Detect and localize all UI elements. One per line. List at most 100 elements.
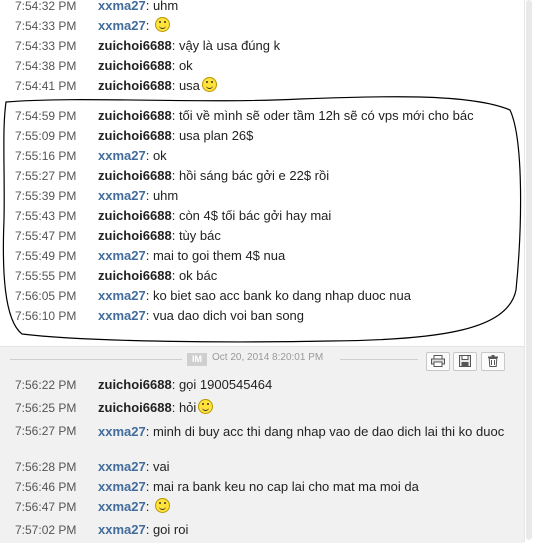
sender-name: zuichoi6688 xyxy=(98,400,172,415)
sender-name: zuichoi6688 xyxy=(98,228,172,243)
im-badge: IM xyxy=(187,353,207,366)
message-body: zuichoi6688: gọi 1900545464 xyxy=(98,375,518,395)
message-text: usa xyxy=(178,78,200,93)
message-body: zuichoi6688: usa plan 26$ xyxy=(98,126,518,146)
message-timestamp: 7:55:16 PM xyxy=(15,149,77,163)
sender-separator: : xyxy=(171,168,179,183)
message-timestamp: 7:56:47 PM xyxy=(15,500,77,514)
message-text: ok xyxy=(152,148,167,163)
message-body: zuichoi6688: còn 4$ tối bác gởi hay mai xyxy=(98,206,518,226)
message-text: goi roi xyxy=(152,522,189,537)
chat-message: 7:56:28 PM xxma27: vai xyxy=(0,457,524,477)
message-text: usa plan 26$ xyxy=(178,128,254,143)
message-body: xxma27: uhm xyxy=(98,186,518,206)
chat-message: 7:54:33 PM zuichoi6688: vậy là usa đúng k xyxy=(0,36,524,56)
message-timestamp: 7:54:38 PM xyxy=(15,59,77,73)
message-body: xxma27: mai ra bank keu no cap lai cho m… xyxy=(98,477,518,497)
sender-separator: : xyxy=(145,248,153,263)
message-text: tối về mình sẽ oder tầm 12h sẽ có vps mớ… xyxy=(178,108,474,123)
sender-name: zuichoi6688 xyxy=(98,108,172,123)
chat-message: 7:56:47 PM xxma27: xyxy=(0,497,524,517)
sender-name: xxma27 xyxy=(98,188,146,203)
sender-name: xxma27 xyxy=(98,424,146,439)
message-body: xxma27: ok xyxy=(98,146,518,166)
message-text: uhm xyxy=(152,0,179,13)
sender-separator: : xyxy=(171,128,179,143)
message-body: zuichoi6688: hồi sáng bác gởi e 22$ rồi xyxy=(98,166,518,186)
chat-message: 7:55:47 PM zuichoi6688: tùy bác xyxy=(0,226,524,246)
separator-line xyxy=(10,359,182,360)
message-text: mai to goi them 4$ nua xyxy=(152,248,286,263)
message-text: uhm xyxy=(152,188,179,203)
smiley-emoticon-icon xyxy=(154,498,170,513)
save-button[interactable] xyxy=(453,352,477,371)
message-body: xxma27: xyxy=(98,16,518,36)
sender-name: xxma27 xyxy=(98,148,146,163)
sender-name: xxma27 xyxy=(98,522,146,537)
message-timestamp: 7:55:49 PM xyxy=(15,249,77,263)
chat-message: 7:56:22 PM zuichoi6688: gọi 1900545464 xyxy=(0,375,524,395)
chat-message: 7:55:16 PM xxma27: ok xyxy=(0,146,524,166)
message-timestamp: 7:55:47 PM xyxy=(15,229,77,243)
chat-message: 7:57:02 PM xxma27: goi roi xyxy=(0,520,524,540)
message-timestamp: 7:55:43 PM xyxy=(15,209,77,223)
message-text: tùy bác xyxy=(178,228,221,243)
delete-button[interactable] xyxy=(481,352,505,371)
message-text: ok bác xyxy=(178,268,218,283)
sender-name: zuichoi6688 xyxy=(98,377,172,392)
print-icon xyxy=(431,355,445,367)
sender-separator: : xyxy=(145,424,153,439)
print-button[interactable] xyxy=(426,352,450,371)
sender-name: xxma27 xyxy=(98,18,146,33)
message-body: zuichoi6688: tùy bác xyxy=(98,226,518,246)
chat-message: 7:54:32 PM xxma27: uhm xyxy=(0,0,524,16)
sender-name: xxma27 xyxy=(98,288,146,303)
trash-icon xyxy=(488,355,498,367)
message-timestamp: 7:56:22 PM xyxy=(15,378,77,392)
sender-name: xxma27 xyxy=(98,499,146,514)
chat-message: 7:55:43 PM zuichoi6688: còn 4$ tối bác gở… xyxy=(0,206,524,226)
chat-message: 7:55:55 PM zuichoi6688: ok bác xyxy=(0,266,524,286)
message-timestamp: 7:55:55 PM xyxy=(15,269,77,283)
sender-name: zuichoi6688 xyxy=(98,268,172,283)
message-body: zuichoi6688: usa xyxy=(98,76,518,96)
sender-separator: : xyxy=(171,38,179,53)
sender-name: xxma27 xyxy=(98,459,146,474)
sender-separator: : xyxy=(145,188,153,203)
sender-name: xxma27 xyxy=(98,479,146,494)
message-text: hỏi xyxy=(178,400,197,415)
message-body: zuichoi6688: tối về mình sẽ oder tầm 12h… xyxy=(98,106,518,126)
message-text: còn 4$ tối bác gởi hay mai xyxy=(178,208,332,223)
message-timestamp: 7:54:41 PM xyxy=(15,79,77,93)
message-timestamp: 7:56:10 PM xyxy=(15,309,77,323)
message-timestamp: 7:54:32 PM xyxy=(15,0,77,13)
message-timestamp: 7:55:39 PM xyxy=(15,189,77,203)
chat-message: 7:55:39 PM xxma27: uhm xyxy=(0,186,524,206)
sender-name: zuichoi6688 xyxy=(98,58,172,73)
sender-separator: : xyxy=(145,18,153,33)
smiley-emoticon-icon xyxy=(154,17,170,32)
message-body: xxma27: uhm xyxy=(98,0,518,16)
sender-separator: : xyxy=(145,148,153,163)
message-text: vua dao dich voi ban song xyxy=(152,308,305,323)
message-text: vậy là usa đúng k xyxy=(178,38,281,53)
smiley-emoticon-icon xyxy=(198,399,214,414)
scrollbar-thumb[interactable] xyxy=(526,0,532,540)
chat-message: 7:56:10 PM xxma27: vua dao dich voi ban s… xyxy=(0,306,524,326)
sender-separator: : xyxy=(145,479,153,494)
chat-message: 7:56:27 PM xxma27: minh di buy acc thi da… xyxy=(0,421,524,457)
message-text: gọi 1900545464 xyxy=(178,377,273,392)
chat-message: 7:56:25 PM zuichoi6688: hỏi xyxy=(0,398,524,418)
message-body: zuichoi6688: ok bác xyxy=(98,266,518,286)
sender-separator: : xyxy=(171,400,179,415)
chat-message: 7:56:05 PM xxma27: ko biet sao acc bank k… xyxy=(0,286,524,306)
scrollbar[interactable] xyxy=(524,0,533,542)
save-icon xyxy=(459,355,471,367)
chat-message: 7:54:59 PM zuichoi6688: tối về mình sẽ od… xyxy=(0,106,524,126)
sender-name: zuichoi6688 xyxy=(98,38,172,53)
message-text: vai xyxy=(152,459,170,474)
sender-separator: : xyxy=(145,459,153,474)
message-timestamp: 7:56:25 PM xyxy=(15,401,77,415)
sender-name: xxma27 xyxy=(98,248,146,263)
sender-name: zuichoi6688 xyxy=(98,78,172,93)
